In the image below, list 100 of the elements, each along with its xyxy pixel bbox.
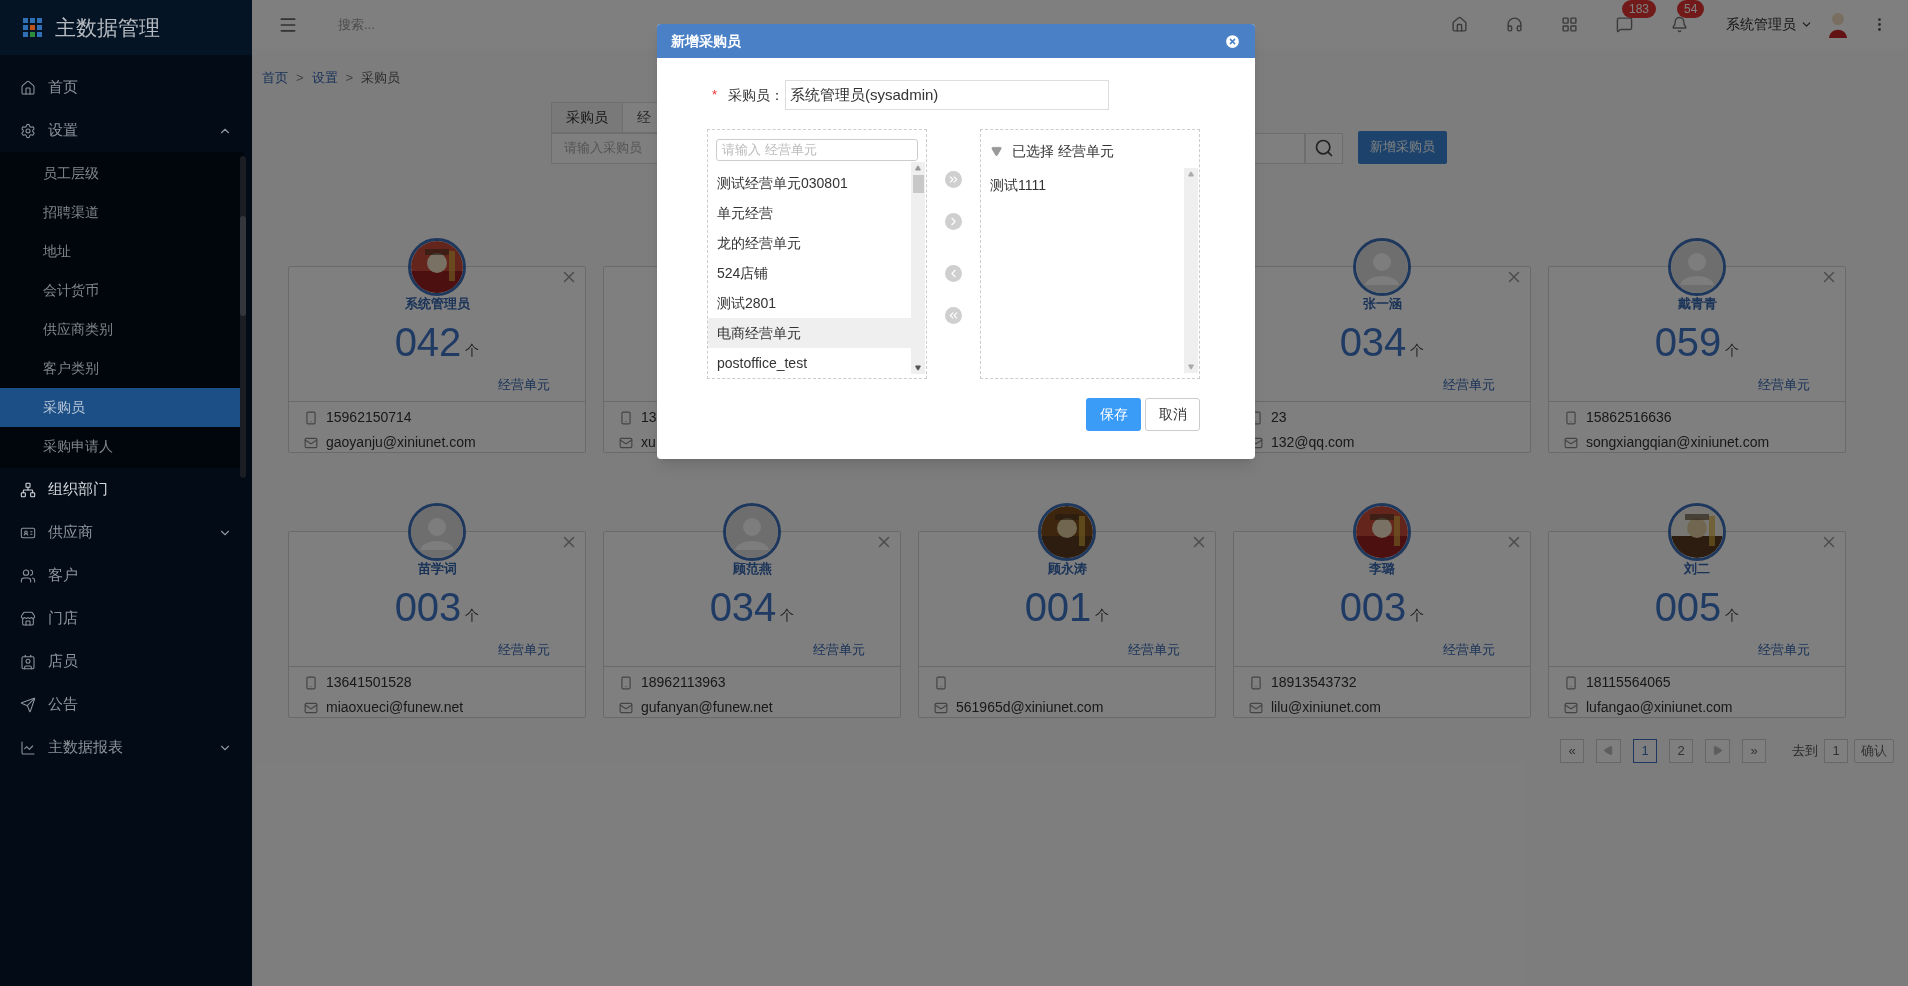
avatar-icon (726, 505, 778, 558)
nav-subitem[interactable]: 员工层级 (0, 154, 244, 193)
move-left-icon[interactable] (945, 265, 962, 282)
grid-icon[interactable] (1561, 16, 1578, 33)
unit-mark: 个 (1410, 341, 1425, 360)
nav-subitem[interactable]: 会计货币 (0, 271, 244, 310)
unit-mark: 个 (1095, 606, 1110, 625)
email-address: songxiangqian@xiniunet.com (1586, 433, 1770, 452)
message-icon[interactable] (1616, 16, 1633, 33)
send-icon (20, 696, 36, 713)
list-item[interactable]: 电商经营单元 (708, 318, 911, 349)
next-page-button[interactable] (1705, 738, 1730, 763)
mail-icon (1564, 700, 1578, 715)
buyer-field[interactable]: 系统管理员(sysadmin) (785, 80, 1109, 110)
mail-icon (304, 435, 318, 450)
email-address: xu (641, 433, 656, 452)
scroll-up-icon[interactable] (915, 165, 921, 171)
user-avatar-icon[interactable] (1827, 11, 1849, 38)
breadcrumb-link[interactable]: 设置 (311, 68, 338, 88)
search-icon[interactable] (1314, 138, 1334, 158)
scrollbar[interactable] (911, 162, 925, 374)
nav-item[interactable]: 首页 (0, 66, 252, 109)
unit-caption: 经营单元 (1128, 641, 1180, 659)
phone-number: 13 (641, 408, 657, 427)
unit-caption: 经营单元 (498, 641, 550, 659)
nav-subitem[interactable]: 供应商类别 (0, 310, 244, 349)
headset-icon[interactable] (1506, 16, 1523, 33)
mail-icon (934, 700, 948, 715)
confirm-button[interactable]: 确认 (1854, 738, 1894, 763)
bell-icon[interactable] (1671, 16, 1688, 33)
goto-label: 去到 (1792, 741, 1818, 760)
nav-item[interactable]: 客户 (0, 554, 252, 597)
nav-subitem[interactable]: 客户类别 (0, 349, 244, 388)
dialog-title: 新增采购员 (671, 31, 742, 51)
scrollbar[interactable] (1184, 168, 1198, 373)
email-address: 132@qq.com (1271, 433, 1355, 452)
unit-caption: 经营单元 (1758, 641, 1810, 659)
nav-subitem[interactable]: 地址 (0, 232, 244, 271)
scroll-thumb[interactable] (912, 175, 924, 193)
breadcrumb-link[interactable]: 首页 (262, 68, 288, 88)
close-icon[interactable] (1224, 32, 1241, 50)
previous-page-button[interactable] (1596, 738, 1621, 763)
sitemap-icon (20, 481, 36, 498)
unit-mark: 个 (465, 341, 480, 360)
page-input[interactable]: 1 (1824, 738, 1848, 763)
phone-number: 18913543732 (1271, 673, 1357, 692)
phone-number: 23 (1271, 408, 1287, 427)
email-address: 561965d@xiniunet.com (956, 698, 1104, 717)
phone-icon (1564, 410, 1578, 425)
previous-icon (1603, 745, 1614, 756)
nav-subitem[interactable]: 招聘渠道 (0, 193, 244, 232)
buyer-name: 张一涵 (1362, 294, 1402, 313)
phone-icon (1564, 675, 1578, 690)
user-menu[interactable]: 系统管理员 (1726, 14, 1813, 35)
breadcrumb-separator: > (296, 69, 304, 87)
mail-icon (304, 700, 318, 715)
nav-item[interactable]: 公告 (0, 683, 252, 726)
unit-mark: 个 (465, 606, 480, 625)
nav-item[interactable]: 主数据报表 (0, 726, 252, 769)
unit-count: 005 (1654, 584, 1722, 630)
selected-title: 已选择 经营单元 (1012, 141, 1114, 161)
unit-count: 059 (1654, 319, 1722, 365)
scrollbar[interactable] (240, 156, 246, 478)
nav-item[interactable]: 店员 (0, 640, 252, 683)
list-item[interactable]: 测试1111 (981, 170, 1184, 200)
move-all-left-icon[interactable] (945, 307, 962, 324)
buyer-name: 顾永涛 (1047, 559, 1087, 578)
contact-icon (20, 653, 36, 670)
nav-item[interactable]: 设置 (0, 109, 252, 152)
nav-subitem[interactable]: 采购申请人 (0, 427, 244, 466)
scroll-thumb[interactable] (240, 216, 246, 316)
phone-number: 15962150714 (326, 408, 412, 427)
unit-count: 003 (1339, 584, 1407, 630)
mail-icon (1564, 435, 1578, 450)
home-icon[interactable] (1451, 16, 1468, 33)
first-page-button[interactable]: « (1560, 738, 1584, 763)
nav-item[interactable]: 供应商 (0, 511, 252, 554)
unit-mark: 个 (1410, 606, 1425, 625)
mail-icon (619, 435, 633, 450)
scroll-up-icon[interactable] (1188, 171, 1194, 177)
count-badge: 54 (1677, 0, 1705, 18)
nav-item[interactable]: 组织部门 (0, 468, 252, 511)
tab[interactable]: 采购员 (551, 101, 623, 133)
phone-number: 18115564065 (1586, 673, 1671, 692)
app-title: 主数据管理 (55, 14, 160, 41)
page-button[interactable]: 1 (1633, 738, 1657, 763)
collapse-icon[interactable] (991, 145, 1002, 157)
email-address: lilu@xiniunet.com (1271, 698, 1381, 717)
email-address: gufanyan@funew.net (641, 698, 773, 717)
unit-caption: 经营单元 (1443, 641, 1495, 659)
move-right-icon[interactable] (945, 213, 962, 230)
last-page-button[interactable]: » (1742, 738, 1766, 763)
page-button[interactable]: 2 (1669, 738, 1693, 763)
move-all-right-icon[interactable] (945, 171, 962, 188)
nav-item[interactable]: 门店 (0, 597, 252, 640)
avatar-icon (1356, 240, 1408, 293)
unit-count: 034 (1339, 319, 1407, 365)
scroll-down-icon[interactable] (915, 365, 921, 371)
cancel-button[interactable]: 取消 (1145, 398, 1200, 431)
settings-icon (20, 122, 36, 139)
